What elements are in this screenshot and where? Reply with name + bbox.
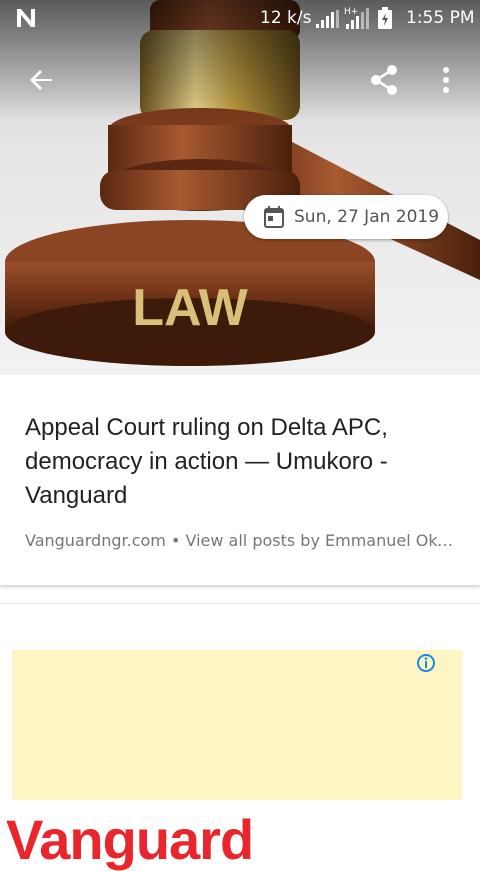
date-chip: Sun, 27 Jan 2019 <box>244 195 448 239</box>
law-engraving: LAW <box>132 279 248 337</box>
calendar-icon <box>264 206 284 228</box>
share-icon <box>371 65 397 95</box>
article-headline[interactable]: Appeal Court ruling on Delta APC, democr… <box>25 411 455 513</box>
arrow-back-icon <box>30 70 52 90</box>
top-toolbar <box>0 50 480 106</box>
back-button[interactable] <box>22 60 62 100</box>
share-button[interactable] <box>364 60 404 100</box>
ad-banner[interactable] <box>12 650 462 800</box>
info-icon[interactable] <box>416 653 436 673</box>
more-vert-icon <box>443 67 449 93</box>
status-bar: 12 k/s H+ 1:55 PM <box>0 0 480 36</box>
section-divider <box>0 603 480 604</box>
vanguard-logo-text: Vanguard <box>6 808 254 871</box>
notification-n-icon <box>17 9 35 27</box>
svg-text:H+: H+ <box>344 7 358 17</box>
article-source[interactable]: Vanguardngr.com • View all posts by Emma… <box>25 531 455 550</box>
article-card[interactable]: Appeal Court ruling on Delta APC, democr… <box>0 375 480 585</box>
more-options-button[interactable] <box>430 60 462 100</box>
article-date: Sun, 27 Jan 2019 <box>294 207 440 227</box>
clock: 1:55 PM <box>406 8 475 28</box>
network-speed: 12 k/s <box>260 8 312 28</box>
battery-charging-icon <box>378 7 392 29</box>
mobile-data-signal-icon: H+ <box>344 7 369 29</box>
signal-bars-icon <box>316 10 339 28</box>
